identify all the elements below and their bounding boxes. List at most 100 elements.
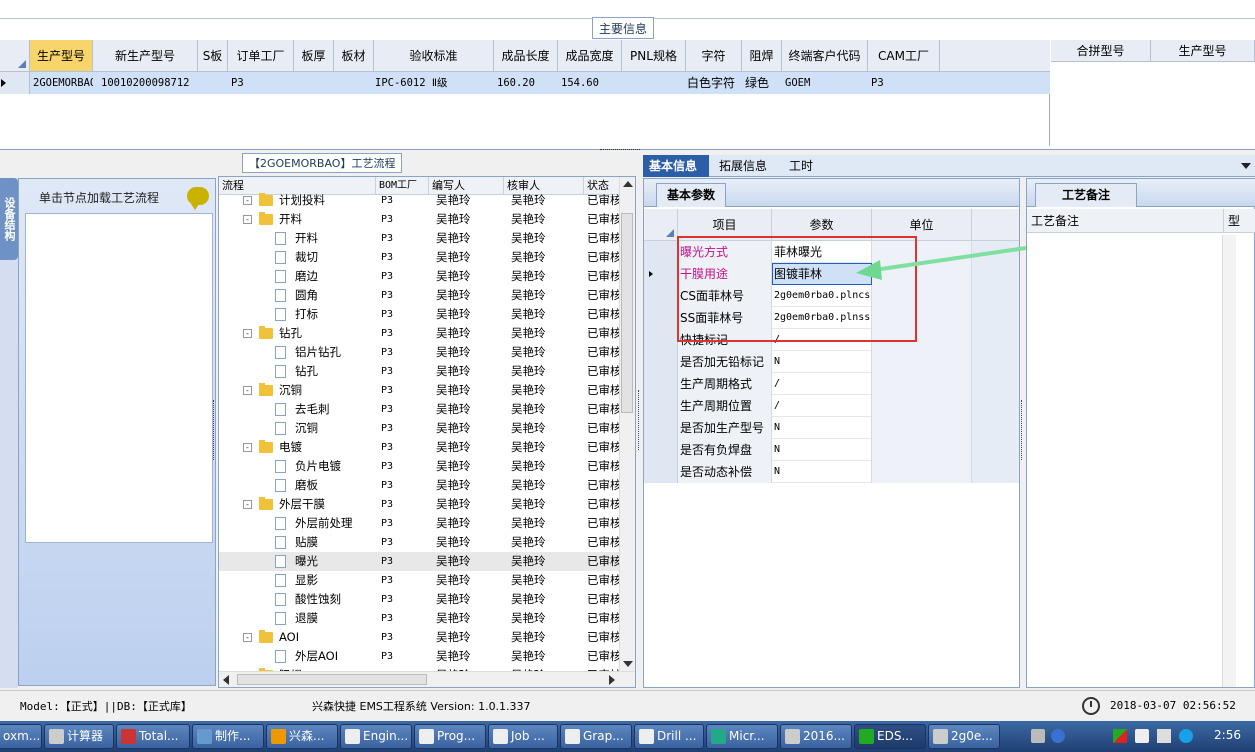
tab-basic-params[interactable]: 基本参数 bbox=[656, 183, 727, 207]
flow-row[interactable]: 贴膜 P3 吴艳玲 吴艳玲 已审核 bbox=[219, 533, 622, 552]
param-item-value[interactable]: 2g0em0rba0.plncs bbox=[772, 285, 872, 307]
flow-row[interactable]: - 沉铜 P3 吴艳玲 吴艳玲 已审核 bbox=[219, 381, 622, 400]
flow-row[interactable]: 钻孔 P3 吴艳玲 吴艳玲 已审核 bbox=[219, 362, 622, 381]
col-header-customer-code[interactable]: 终端客户代码 bbox=[782, 40, 868, 72]
volume-icon[interactable] bbox=[1157, 729, 1171, 743]
taskbar-button[interactable]: 2g0e... bbox=[928, 724, 1000, 749]
keyboard-icon[interactable] bbox=[1031, 729, 1045, 743]
flow-row[interactable]: 圆角 P3 吴艳玲 吴艳玲 已审核 bbox=[219, 286, 622, 305]
cell-pnl-spec[interactable] bbox=[622, 72, 686, 94]
param-item-value[interactable]: N bbox=[772, 417, 872, 439]
splitter-left[interactable] bbox=[213, 400, 216, 460]
scroll-up-icon[interactable] bbox=[623, 181, 633, 187]
param-item-value[interactable]: / bbox=[772, 373, 872, 395]
flow-row[interactable]: 外层前处理 P3 吴艳玲 吴艳玲 已审核 bbox=[219, 514, 622, 533]
param-item-unit[interactable] bbox=[872, 307, 972, 329]
col-header-order-factory[interactable]: 订单工厂 bbox=[228, 40, 294, 72]
taskbar-button[interactable]: 制作... bbox=[192, 724, 264, 749]
param-row[interactable]: 是否加生产型号 N bbox=[644, 417, 1019, 439]
cell-cam-factory[interactable]: P3 bbox=[868, 72, 940, 94]
flow-row[interactable]: - AOI P3 吴艳玲 吴艳玲 已审核 bbox=[219, 628, 622, 647]
tab-extended-info[interactable]: 拓展信息 bbox=[713, 155, 779, 177]
col-header-material[interactable]: 板材 bbox=[334, 40, 374, 72]
flow-row[interactable]: - 钻孔 P3 吴艳玲 吴艳玲 已审核 bbox=[219, 324, 622, 343]
app-tray-icon[interactable] bbox=[1179, 729, 1193, 743]
param-item-value[interactable]: 2g0em0rba0.plnss bbox=[772, 307, 872, 329]
taskbar-button[interactable]: EDS... bbox=[854, 724, 926, 749]
flow-row[interactable]: 打标 P3 吴艳玲 吴艳玲 已审核 bbox=[219, 305, 622, 324]
cell-s-board[interactable] bbox=[198, 72, 228, 94]
flow-row[interactable]: 沉铜 P3 吴艳玲 吴艳玲 已审核 bbox=[219, 419, 622, 438]
tree-collapse-icon[interactable]: - bbox=[243, 196, 252, 205]
param-item-value[interactable]: N bbox=[772, 461, 872, 483]
flow-row[interactable]: 酸性蚀刻 P3 吴艳玲 吴艳玲 已审核 bbox=[219, 590, 622, 609]
display-icon[interactable] bbox=[1135, 729, 1149, 743]
notes-col-type[interactable]: 型 bbox=[1223, 209, 1255, 233]
flow-row[interactable]: 裁切 P3 吴艳玲 吴艳玲 已审核 bbox=[219, 248, 622, 267]
taskbar-button[interactable]: Prog... bbox=[414, 724, 486, 749]
pin-icon[interactable] bbox=[1069, 729, 1083, 743]
col-header-acceptance-standard[interactable]: 验收标准 bbox=[374, 40, 494, 72]
tree-collapse-icon[interactable]: - bbox=[243, 633, 252, 642]
cell-new-model[interactable]: 10010200098712 bbox=[98, 72, 198, 94]
flow-row[interactable]: 退膜 P3 吴艳玲 吴艳玲 已审核 bbox=[219, 609, 622, 628]
flow-row[interactable]: 负片电镀 P3 吴艳玲 吴艳玲 已审核 bbox=[219, 457, 622, 476]
param-item-unit[interactable] bbox=[872, 395, 972, 417]
col-header-pnl-spec[interactable]: PNL规格 bbox=[622, 40, 686, 72]
taskbar-button[interactable]: Micr... bbox=[706, 724, 778, 749]
col-header-solder-mask[interactable]: 阻焊 bbox=[742, 40, 782, 72]
taskbar-button[interactable]: Grap... bbox=[560, 724, 632, 749]
taskbar-button[interactable]: Engin... bbox=[340, 724, 412, 749]
params-col-unit[interactable]: 单位 bbox=[872, 209, 972, 241]
load-process-box[interactable] bbox=[25, 213, 213, 543]
flow-horizontal-scroll-thumb[interactable] bbox=[237, 674, 427, 685]
param-item-value[interactable]: / bbox=[772, 395, 872, 417]
param-row[interactable]: 是否有负焊盘 N bbox=[644, 439, 1019, 461]
param-item-unit[interactable] bbox=[872, 461, 972, 483]
col-header-new-model[interactable]: 新生产型号 bbox=[93, 40, 198, 72]
col-header-merge-production-model[interactable]: 生产型号 bbox=[1151, 40, 1255, 62]
flow-row[interactable]: 磨边 P3 吴艳玲 吴艳玲 已审核 bbox=[219, 267, 622, 286]
cell-acceptance-standard[interactable]: IPC-6012 Ⅱ级 bbox=[372, 72, 494, 94]
col-header-character[interactable]: 字符 bbox=[686, 40, 742, 72]
taskbar-button[interactable]: 兴森... bbox=[266, 724, 338, 749]
cell-material[interactable] bbox=[334, 72, 374, 94]
taskbar-button[interactable]: oxm... bbox=[0, 724, 42, 749]
taskbar-button[interactable]: 2016... bbox=[780, 724, 852, 749]
scroll-down-icon[interactable] bbox=[623, 661, 633, 667]
cell-length[interactable]: 160.20 bbox=[494, 72, 558, 94]
notes-col-notes[interactable]: 工艺备注 bbox=[1031, 209, 1079, 233]
splitter-grip[interactable] bbox=[600, 149, 640, 154]
col-header-production-model[interactable]: 生产型号 bbox=[30, 40, 93, 72]
flow-row[interactable]: 去毛刺 P3 吴艳玲 吴艳玲 已审核 bbox=[219, 400, 622, 419]
cell-character[interactable]: 白色字符 bbox=[684, 72, 742, 94]
cell-customer-code[interactable]: GOEM bbox=[782, 72, 868, 94]
cell-width[interactable]: 154.60 bbox=[558, 72, 622, 94]
param-row[interactable]: 生产周期格式 / bbox=[644, 373, 1019, 395]
flow-row[interactable]: 外层AOI P3 吴艳玲 吴艳玲 已审核 bbox=[219, 647, 622, 666]
taskbar-clock[interactable]: 2:56 bbox=[1214, 728, 1241, 742]
param-item-unit[interactable] bbox=[872, 351, 972, 373]
col-header-width[interactable]: 成品宽度 bbox=[558, 40, 622, 72]
tree-collapse-icon[interactable]: - bbox=[243, 215, 252, 224]
network-icon[interactable] bbox=[1113, 729, 1127, 743]
flow-row[interactable]: - 计划投料 P3 吴艳玲 吴艳玲 已审核 bbox=[219, 191, 622, 210]
scroll-left-icon[interactable] bbox=[223, 675, 229, 685]
params-col-item[interactable]: 项目 bbox=[678, 209, 772, 241]
tab-process-notes[interactable]: 工艺备注 bbox=[1035, 183, 1138, 207]
param-row[interactable]: 是否加无铅标记 N bbox=[644, 351, 1019, 373]
flow-row[interactable]: - 电镀 P3 吴艳玲 吴艳玲 已审核 bbox=[219, 438, 622, 457]
param-item-value[interactable]: / bbox=[772, 329, 872, 351]
help-icon[interactable] bbox=[1051, 729, 1065, 743]
param-row[interactable]: 是否动态补偿 N bbox=[644, 461, 1019, 483]
flow-row[interactable]: 磨板 P3 吴艳玲 吴艳玲 已审核 bbox=[219, 476, 622, 495]
flow-row[interactable]: 显影 P3 吴艳玲 吴艳玲 已审核 bbox=[219, 571, 622, 590]
splitter-middle[interactable] bbox=[638, 390, 641, 450]
flow-row[interactable]: 曝光 P3 吴艳玲 吴艳玲 已审核 bbox=[219, 552, 622, 571]
splitter-right[interactable] bbox=[1021, 400, 1024, 460]
tree-collapse-icon[interactable]: - bbox=[243, 386, 252, 395]
param-row[interactable]: CS面菲林号 2g0em0rba0.plncs bbox=[644, 285, 1019, 307]
device-structure-tab[interactable]: 设备结构 bbox=[0, 178, 18, 260]
flow-row[interactable]: 铝片钻孔 P3 吴艳玲 吴艳玲 已审核 bbox=[219, 343, 622, 362]
taskbar-button[interactable]: Drill ... bbox=[634, 724, 704, 749]
